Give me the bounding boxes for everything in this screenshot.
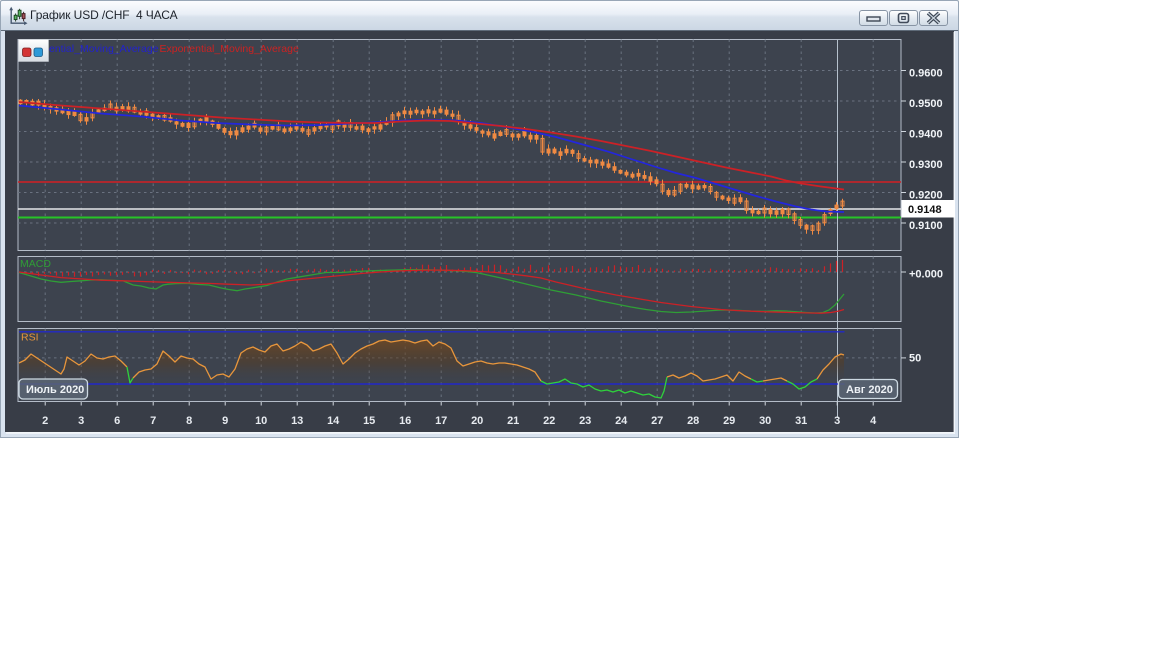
svg-text:50: 50 <box>909 353 921 365</box>
svg-text:RSI: RSI <box>21 332 39 344</box>
svg-text:17: 17 <box>435 415 447 427</box>
svg-text:MACD: MACD <box>20 258 51 270</box>
svg-text:9: 9 <box>222 415 228 427</box>
svg-text:7: 7 <box>150 415 156 427</box>
svg-text:0.9100: 0.9100 <box>909 220 943 232</box>
svg-text:0.9500: 0.9500 <box>909 98 943 110</box>
svg-text:23: 23 <box>579 415 591 427</box>
svg-text:24: 24 <box>615 415 628 427</box>
svg-text:10: 10 <box>255 415 267 427</box>
svg-text:ential_Moving_Average: ential_Moving_Average <box>49 43 159 55</box>
svg-text:27: 27 <box>651 415 663 427</box>
svg-text:+0.000: +0.000 <box>909 269 943 281</box>
svg-text:16: 16 <box>399 415 411 427</box>
svg-text:3: 3 <box>78 415 84 427</box>
svg-text:0.9148: 0.9148 <box>908 204 942 216</box>
svg-text:21: 21 <box>507 415 519 427</box>
svg-text:0.9300: 0.9300 <box>909 159 943 171</box>
svg-text:Exponential_Moving_Average: Exponential_Moving_Average <box>160 43 299 55</box>
svg-text:13: 13 <box>291 415 303 427</box>
svg-text:Июль 2020: Июль 2020 <box>26 384 84 396</box>
svg-text:14: 14 <box>327 415 340 427</box>
svg-text:31: 31 <box>795 415 807 427</box>
svg-text:15: 15 <box>363 415 375 427</box>
svg-text:28: 28 <box>687 415 699 427</box>
svg-text:30: 30 <box>759 415 771 427</box>
svg-text:3: 3 <box>834 415 840 427</box>
svg-text:2: 2 <box>42 415 48 427</box>
svg-text:29: 29 <box>723 415 735 427</box>
svg-text:0.9400: 0.9400 <box>909 129 943 141</box>
svg-text:20: 20 <box>471 415 483 427</box>
svg-text:0.9600: 0.9600 <box>909 68 943 80</box>
svg-text:6: 6 <box>114 415 120 427</box>
svg-text:0.9200: 0.9200 <box>909 190 943 202</box>
svg-text:8: 8 <box>186 415 192 427</box>
svg-text:4: 4 <box>870 415 877 427</box>
svg-text:Авг 2020: Авг 2020 <box>846 384 893 396</box>
svg-text:22: 22 <box>543 415 555 427</box>
